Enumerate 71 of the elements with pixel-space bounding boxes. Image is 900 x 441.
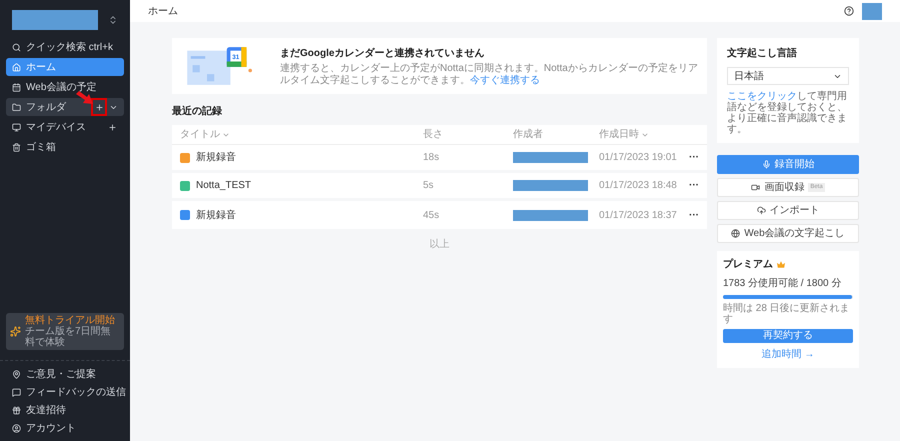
sidebar-label: ゴミ箱 (26, 140, 56, 154)
usage-text: 1783 分使用可能 / 1800 分 (723, 276, 842, 291)
length-cell-text: 5s (423, 179, 435, 193)
action-button[interactable]: インポート (717, 201, 859, 220)
section-title: 最近の記録 (172, 104, 223, 119)
premium-title: プレミアム (723, 257, 773, 272)
message-icon (12, 388, 21, 396)
sparkle-icon (10, 326, 21, 337)
sidebar-label: マイデバイス (26, 120, 86, 134)
plus-icon[interactable] (108, 122, 116, 132)
quick-search-button[interactable]: クイック検索 ctrl+k (6, 38, 124, 56)
chevrons-icon[interactable] (108, 15, 118, 25)
footer-label: アカウント (26, 422, 76, 436)
recording-title: 新規録音 (196, 150, 236, 165)
sidebar-item[interactable]: フォルダ (6, 98, 124, 116)
calendar-icon (12, 82, 21, 92)
plus-icon[interactable] (94, 102, 104, 112)
more-button[interactable]: ··· (689, 178, 699, 193)
redacted-block (862, 2, 882, 20)
date-cell-text: 01/17/2023 19:01 (599, 151, 677, 165)
footer-label: ご意見・ご提案 (26, 368, 96, 382)
sidebar-item[interactable]: マイデバイス (6, 118, 124, 136)
footer-item[interactable]: 友達招待 (0, 401, 130, 419)
footer-item[interactable]: フィードバックの送信 (0, 383, 130, 401)
home-icon (12, 62, 21, 72)
video-icon (751, 183, 760, 192)
sidebar-label: Web会議の予定 (26, 80, 96, 94)
help-icon[interactable] (844, 6, 854, 16)
action-button[interactable]: Web会議の文字起こし (717, 224, 859, 243)
recording-row[interactable]: 新規録音 45s 01/17/2023 18:37 ··· (172, 201, 707, 229)
language-title: 文字起こし言語 (727, 46, 798, 61)
pin-icon (12, 370, 21, 378)
breadcrumb: ホーム (148, 4, 178, 18)
date-cell-text: 01/17/2023 18:37 (599, 208, 677, 222)
footer-label: 友達招待 (26, 404, 66, 418)
end-label: 以上 (430, 238, 450, 252)
globe-icon (731, 229, 740, 238)
renew-text: 時間は 28 日後に更新されます (723, 303, 851, 325)
footer-label: フィードバックの送信 (26, 386, 126, 400)
recording-title: Notta_TEST (196, 179, 252, 193)
microphone-icon (762, 160, 770, 169)
trial-subtitle: チーム版を7日間無料で体験 (25, 326, 112, 348)
user-icon (12, 424, 21, 432)
gift-icon (12, 406, 21, 414)
crown-icon (777, 261, 785, 268)
folder-icon (12, 102, 21, 112)
footer-item[interactable]: アカウント (0, 419, 130, 437)
sidebar-item[interactable]: ゴミ箱 (6, 138, 124, 156)
banner-text: 連携すると、カレンダー上の予定がNottaに同期されます。Nottaからカレンダーの予定をリアルタイム文字起こしすることができます。今すぐ連携する (280, 62, 699, 86)
sidebar-item[interactable]: Web会議の予定 (6, 78, 124, 96)
date-cell-text: 01/17/2023 18:48 (599, 179, 677, 193)
monitor-icon (12, 122, 21, 132)
sidebar-label: フォルダ (26, 100, 66, 114)
search-icon (12, 42, 21, 52)
sidebar-label: ホーム (26, 60, 56, 74)
pointer-arrow-icon (76, 91, 94, 105)
length-cell-text: 45s (423, 208, 440, 222)
recording-title: 新規録音 (196, 208, 236, 222)
recording-row[interactable]: 新規録音 18s 01/17/2023 19:01 ··· (172, 145, 707, 173)
language-hint: ここをクリック して専門用語などを登録しておくと、より正確に音声認識できます。 (727, 91, 848, 135)
more-button[interactable]: ··· (689, 208, 699, 222)
trial-card[interactable]: 無料トライアル開始 チーム版を7日間無料で体験 (6, 313, 124, 350)
banner-title: まだGoogleカレンダーと連携されていません (280, 46, 486, 60)
footer-item[interactable]: ご意見・ご提案 (0, 365, 130, 383)
trash-icon (12, 142, 21, 152)
trial-title: 無料トライアル開始 (25, 315, 116, 326)
more-button[interactable]: ··· (689, 150, 699, 165)
length-cell-text: 18s (423, 151, 440, 165)
cloud-upload-icon (756, 206, 766, 215)
recording-row[interactable]: Notta_TEST 5s 01/17/2023 18:48 ··· (172, 173, 707, 201)
language-select[interactable]: 日本語 (727, 67, 849, 85)
